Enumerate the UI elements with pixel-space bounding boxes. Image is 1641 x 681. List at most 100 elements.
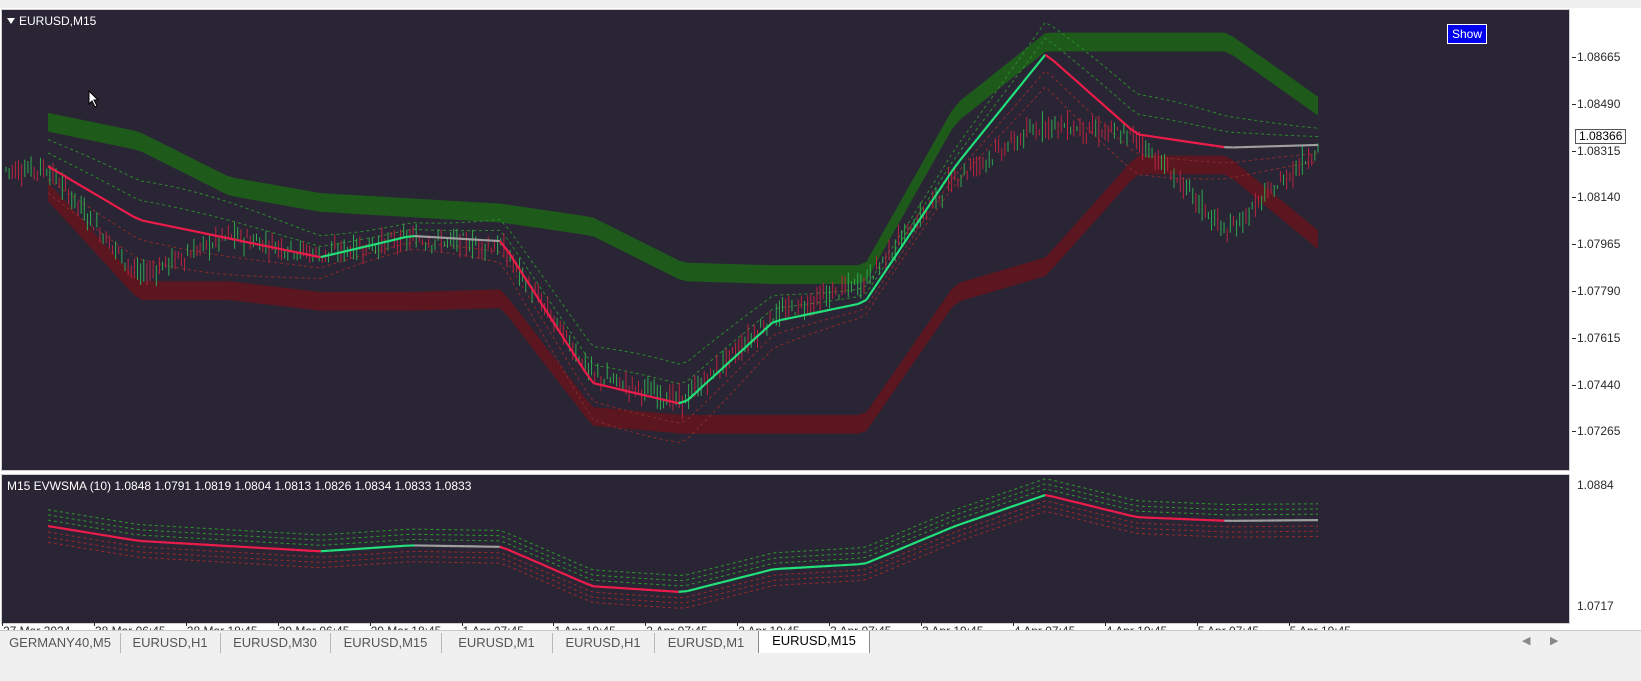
evwsma-segment [967,138,978,151]
indicator-evwsma-segment [755,570,765,575]
bottom-status-strip [0,653,1641,681]
evwsma-segment [1155,136,1165,140]
evwsma-segment [167,224,177,229]
indicator-axis[interactable]: 1.0884 1.0717 [1572,474,1641,624]
evwsma-segment [448,236,458,240]
indicator-evwsma-segment [371,546,381,550]
evwsma-segment [575,357,586,373]
indicator-evwsma-segment [124,537,134,542]
chart-tab[interactable]: EURUSD,H1 [120,633,221,653]
indicator-evwsma-segment [653,589,662,592]
evwsma-segment [55,170,66,178]
mouse-pointer-icon [88,90,100,108]
chart-tab[interactable]: EURUSD,M1 [654,633,759,653]
evwsma-segment [865,286,876,301]
chart-tab[interactable]: GERMANY40,M5 [0,633,121,653]
indicator-evwsma-segment [81,530,91,535]
indicator-evwsma-segment [908,540,918,547]
evwsma-segment [269,245,279,250]
indicator-chart-svg[interactable] [2,475,1569,623]
evwsma-segment [1087,90,1098,100]
indicator-evwsma-segment [541,563,552,570]
lower-band-area [48,155,1318,434]
symbol-label: EURUSD,M15 [19,14,97,28]
evwsma-segment [814,310,824,314]
evwsma-segment [115,205,126,213]
chart-tab[interactable]: EURUSD,H1 [552,633,655,653]
indicator-pane[interactable]: M15 EVWSMA (10) 1.0848 1.0791 1.0819 1.0… [1,474,1570,624]
evwsma-segment [320,254,330,259]
price-chart-svg[interactable] [2,10,1569,470]
evwsma-segment [414,234,424,238]
price-axis-label: 1.08140 [1577,190,1621,205]
chart-tab-active[interactable]: EURUSD,M15 [758,631,870,654]
evwsma-segment [890,248,902,263]
main-price-pane[interactable]: EURUSD,M15 Show [1,9,1570,471]
evwsma-segment [64,175,75,183]
scroll-left-icon[interactable]: ◀ [1522,634,1530,647]
indicator-evwsma-segment [64,527,74,532]
indicator-evwsma-segment [576,578,586,585]
indicator-evwsma-segment [738,574,748,580]
indicator-evwsma-segment [925,533,935,540]
indicator-evwsma-segment [627,587,637,591]
dashed-band-line [47,37,1319,385]
indicator-band-line [47,483,1319,582]
indicator-band-line [47,510,1319,609]
evwsma-segment [950,159,961,173]
indicator-evwsma-segment [1070,499,1080,505]
evwsma-segment [610,386,620,391]
indicator-title: M15 EVWSMA (10) 1.0848 1.0791 1.0819 1.0… [7,479,472,493]
evwsma-segment [73,180,83,188]
evwsma-segment [737,345,748,355]
evwsma-segment [823,308,833,313]
indicator-evwsma-segment [661,589,671,593]
evwsma-segment [635,392,645,397]
price-axis-label: 1.07265 [1577,424,1621,439]
evwsma-segment [695,384,706,394]
evwsma-segment [840,304,850,309]
indicator-evwsma-segment [686,587,697,593]
indicator-evwsma-segment [1062,497,1072,503]
evwsma-segment [993,106,1004,119]
indicator-evwsma-segment [1027,496,1038,502]
evwsma-segment [90,190,100,198]
evwsma-segment [1044,53,1055,62]
evwsma-segment [98,195,109,203]
indicator-evwsma-segment [1104,508,1114,513]
indicator-evwsma-segment [857,562,867,566]
price-axis-label: 1.07615 [1577,330,1621,345]
chart-window[interactable]: EURUSD,M15 Show 1.08665 1.08490 1.08315 1.0… [0,8,1641,638]
price-axis-tick [1572,103,1576,105]
evwsma-segment [294,251,304,255]
show-button[interactable]: Show [1447,24,1488,44]
evwsma-segment [848,303,858,307]
evwsma-segment [1061,67,1072,77]
price-axis-tick [1572,384,1576,386]
evwsma-segment [567,344,578,359]
chart-symbol-title[interactable]: EURUSD,M15 [7,14,96,28]
evwsma-segment [541,304,552,319]
indicator-evwsma-segment [721,579,731,584]
evwsma-segment [882,260,893,275]
evwsma-segment [1121,120,1132,130]
indicator-evwsma-segment [98,533,108,537]
indicator-axis-label: 1.0884 [1577,478,1614,492]
collapse-triangle-icon[interactable] [7,18,15,24]
chart-tab[interactable]: EURUSD,M30 [220,633,331,653]
indicator-evwsma-segment [1010,502,1021,508]
indicator-evwsma-segment [1130,514,1140,519]
chart-tab[interactable]: EURUSD,M1 [441,633,553,653]
indicator-evwsma-segment [985,511,995,517]
evwsma-segment [1147,134,1157,139]
evwsma-segment [549,317,561,333]
evwsma-segment [329,251,339,257]
indicator-evwsma-segment [619,586,628,590]
indicator-evwsma-segment [73,529,83,533]
upper-band-area [48,32,1318,284]
scroll-right-icon[interactable]: ▶ [1550,634,1558,647]
chart-tab[interactable]: EURUSD,M15 [330,633,442,653]
price-axis[interactable]: 1.08665 1.08490 1.08315 1.08140 1.07965 1.077… [1572,9,1641,471]
evwsma-segment [601,384,611,389]
indicator-evwsma-segment [899,544,910,550]
